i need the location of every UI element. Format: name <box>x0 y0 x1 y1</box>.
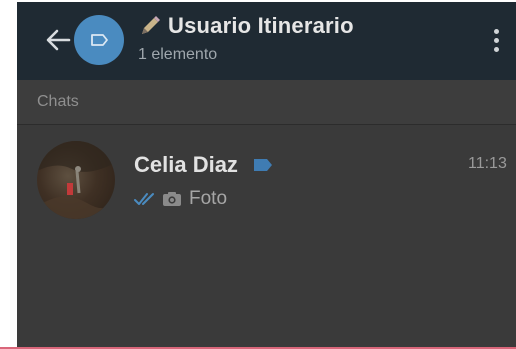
contact-name: Celia Diaz <box>134 152 238 177</box>
avatar <box>37 141 115 219</box>
chat-name-row: Celia Diaz <box>134 151 274 179</box>
section-label: Chats <box>37 93 79 110</box>
message-time: 11:13 <box>468 155 507 172</box>
app-header: Usuario Itinerario 1 elemento <box>17 2 516 80</box>
chat-list-item[interactable]: Celia Diaz 11:13 Foto <box>17 125 516 235</box>
message-preview: Foto <box>189 188 228 209</box>
camera-icon <box>163 192 181 206</box>
label-tag-icon <box>253 159 272 171</box>
header-subtitle: 1 elemento <box>138 46 218 63</box>
message-preview-row: Foto <box>134 187 227 211</box>
empty-list-area <box>17 235 516 347</box>
header-title-row: Usuario Itinerario <box>138 12 354 40</box>
page-title: Usuario Itinerario <box>168 13 354 38</box>
more-vertical-icon <box>493 28 499 34</box>
header-avatar[interactable] <box>74 15 124 65</box>
arrow-left-icon <box>46 29 71 51</box>
pencil-icon <box>142 16 160 34</box>
chat-list-screen: Usuario Itinerario 1 elemento Chats Celi… <box>17 0 516 349</box>
more-options-button[interactable] <box>483 22 509 58</box>
section-header: Chats <box>17 80 516 124</box>
tag-icon <box>91 34 108 46</box>
double-check-icon <box>134 193 154 205</box>
back-button[interactable] <box>41 22 75 58</box>
